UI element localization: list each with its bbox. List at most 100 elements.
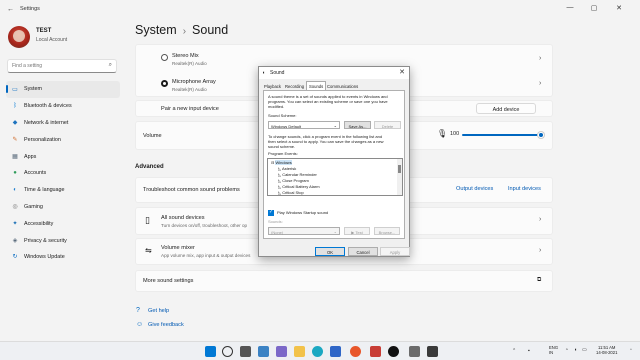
instructions-text: To change sounds, click a program event … <box>268 134 384 149</box>
help-icon: ? <box>136 307 140 314</box>
app-icon[interactable] <box>388 346 399 357</box>
tray-overflow-icon[interactable]: ⌃ <box>512 348 516 354</box>
microphone-array-radio[interactable] <box>161 80 168 87</box>
stereo-mix-radio[interactable] <box>161 54 168 61</box>
mixer-title: Volume mixer <box>161 245 195 251</box>
settings-icon[interactable] <box>409 346 420 357</box>
maximize-button[interactable]: ▢ <box>587 4 601 12</box>
app-icon[interactable] <box>370 346 381 357</box>
cancel-button[interactable]: Cancel <box>348 247 378 256</box>
scheme-select[interactable]: Windows Default ⌄ <box>268 121 340 129</box>
search-icon[interactable]: ⌕ <box>109 62 112 69</box>
browse-button[interactable]: Browse... <box>374 227 400 235</box>
file-explorer-icon[interactable] <box>294 346 305 357</box>
advanced-heading: Advanced <box>135 164 164 170</box>
sidebar-item-accounts[interactable]: ● Accounts <box>6 165 120 182</box>
event-item[interactable]: ◺ Calendar Reminder <box>278 172 317 177</box>
user-profile[interactable]: TEST Local Account <box>6 24 126 50</box>
sidebar-item-system[interactable]: ▭ System <box>6 81 120 98</box>
wifi-icon[interactable]: ◔ <box>565 347 568 353</box>
input-devices-link[interactable]: Input devices <box>508 186 541 192</box>
chevron-right-icon[interactable]: › <box>539 247 541 254</box>
input-device-name: Stereo Mix <box>172 53 199 59</box>
notification-icon[interactable]: ▫ <box>630 347 632 353</box>
app-icon[interactable] <box>427 346 438 357</box>
widgets-icon[interactable] <box>258 346 269 357</box>
add-device-button[interactable]: Add device <box>476 103 536 114</box>
firefox-icon[interactable] <box>350 346 361 357</box>
ok-button[interactable]: OK <box>315 247 345 256</box>
store-icon[interactable] <box>330 346 341 357</box>
program-events-list[interactable]: ⊟ Windows ◺ Asterisk ◺ Calendar Reminder ◺ … <box>267 158 403 196</box>
delete-button[interactable]: Delete <box>374 121 401 129</box>
task-view-icon[interactable] <box>240 346 251 357</box>
volume-slider-thumb[interactable] <box>538 131 544 138</box>
events-scrollbar[interactable] <box>397 159 402 195</box>
chevron-down-icon: ⌄ <box>333 123 337 128</box>
sidebar-item-label: Privacy & security <box>24 237 67 244</box>
chevron-right-icon[interactable]: › <box>539 80 541 87</box>
wifi-icon: ◆ <box>12 120 18 127</box>
sidebar-item-time-language[interactable]: ◐ Time & language <box>6 182 120 199</box>
gamepad-icon: ◎ <box>12 204 18 211</box>
sidebar-item-accessibility[interactable]: ✦ Accessibility <box>6 215 120 232</box>
event-group[interactable]: ⊟ Windows <box>271 160 292 165</box>
dialog-close-button[interactable]: ✕ <box>399 68 405 76</box>
user-name: TEST <box>36 28 52 34</box>
bluetooth-icon: ᛒ <box>13 103 17 110</box>
more-sound-settings-row[interactable]: More sound settings ⧉ <box>135 270 553 292</box>
account-type: Local Account <box>36 37 68 43</box>
chevron-right-icon[interactable]: › <box>539 216 541 223</box>
speaker-icon[interactable]: ◖ <box>574 347 577 353</box>
language-indicator[interactable]: ENG IN <box>549 345 558 355</box>
event-item[interactable]: ◺ Critical Stop <box>278 190 304 195</box>
test-button[interactable]: ▶ Test <box>344 227 370 235</box>
avatar <box>8 26 30 48</box>
chat-icon[interactable] <box>276 346 287 357</box>
minimize-button[interactable]: — <box>563 4 577 11</box>
give-feedback-link[interactable]: Give feedback <box>148 322 184 328</box>
event-item[interactable]: ◺ Asterisk <box>278 166 296 171</box>
microphone-icon[interactable]: 🎙 <box>437 129 447 138</box>
save-as-button[interactable]: Save As... <box>344 121 371 129</box>
search-box[interactable]: ⌕ <box>7 59 117 73</box>
get-help-link[interactable]: Get help <box>148 308 169 314</box>
sidebar-item-windows-update[interactable]: ↻ Windows Update <box>6 249 120 266</box>
start-icon[interactable] <box>205 346 216 357</box>
accessibility-icon: ✦ <box>12 220 18 227</box>
startup-sound-checkbox[interactable]: ✓ <box>268 209 274 216</box>
back-arrow-icon[interactable]: ← <box>7 6 14 13</box>
sidebar-item-apps[interactable]: ▦ Apps <box>6 148 120 165</box>
scrollbar-thumb[interactable] <box>398 165 401 173</box>
event-item[interactable]: ◺ Critical Battery Alarm <box>278 184 320 189</box>
event-item[interactable]: ◺ Close Program <box>278 178 309 183</box>
sidebar-item-bluetooth-devices[interactable]: ᛒ Bluetooth & devices <box>6 98 120 115</box>
sidebar-item-privacy-security[interactable]: ◈ Privacy & security <box>6 232 120 249</box>
edge-icon[interactable] <box>312 346 323 357</box>
volume-slider[interactable] <box>462 134 542 136</box>
event-label: Asterisk <box>281 166 297 171</box>
close-button[interactable]: ✕ <box>612 4 626 12</box>
sidebar-item-personalization[interactable]: ✎ Personalization <box>6 131 120 148</box>
tab-communications[interactable]: Communications <box>325 82 360 90</box>
breadcrumb-parent[interactable]: System <box>135 23 177 37</box>
chevron-right-icon[interactable]: › <box>539 55 541 62</box>
sound-select[interactable]: (None) ⌄ <box>268 227 340 235</box>
event-label: Windows <box>275 160 292 165</box>
battery-icon[interactable]: ▭ <box>582 347 587 353</box>
sidebar-item-label: Accounts <box>24 170 47 177</box>
sidebar-item-label: Windows Update <box>24 254 65 261</box>
tab-recording[interactable]: Recording <box>283 82 306 90</box>
output-devices-link[interactable]: Output devices <box>456 186 493 192</box>
brush-icon: ✎ <box>12 136 18 143</box>
sidebar-item-gaming[interactable]: ◎ Gaming <box>6 199 120 216</box>
sidebar-item-network-internet[interactable]: ◆ Network & internet <box>6 115 120 132</box>
update-icon: ↻ <box>12 254 18 261</box>
tab-sounds[interactable]: Sounds <box>306 81 327 90</box>
tray-app-icon[interactable]: ▪ <box>528 348 530 354</box>
clock[interactable]: 11:51 AM 14-08-2021 <box>596 345 617 355</box>
search-input[interactable] <box>8 60 104 72</box>
tab-playback[interactable]: Playback <box>262 82 283 90</box>
apply-button[interactable]: Apply <box>380 247 410 256</box>
search-icon[interactable] <box>222 346 233 357</box>
